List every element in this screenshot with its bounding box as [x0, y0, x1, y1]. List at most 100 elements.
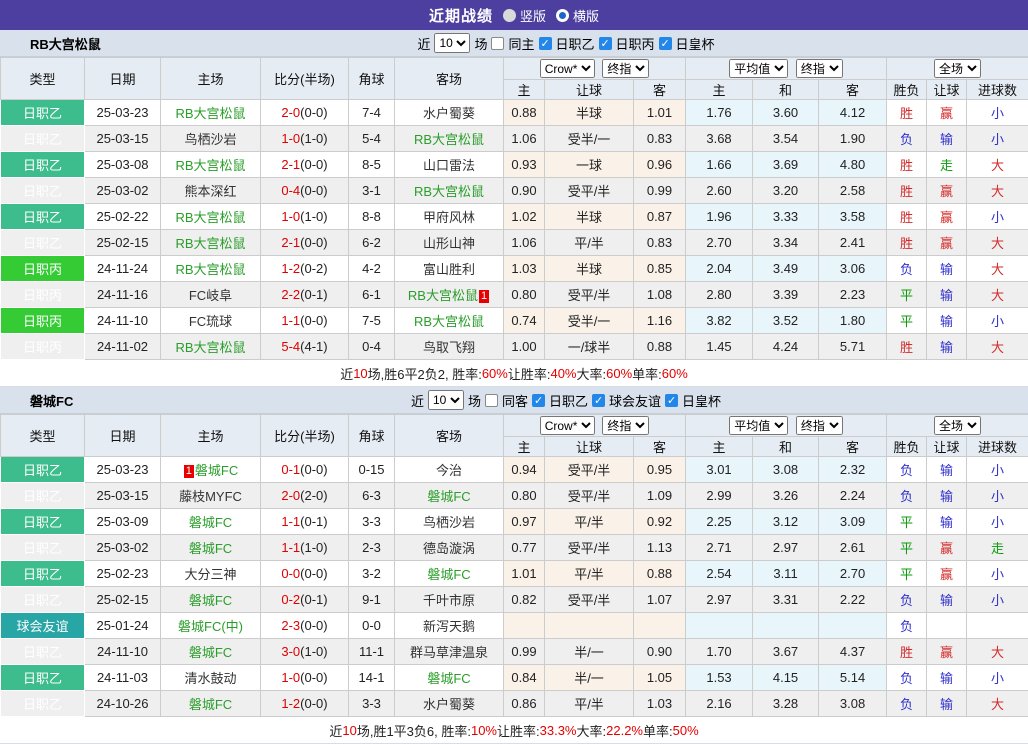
match-row: 日职乙25-02-15磐城FC0-2(0-1)9-1千叶市原0.82受平/半1.… [1, 587, 1028, 613]
summary-text: 单率: [643, 721, 673, 740]
corner-score: 5-4 [349, 126, 395, 152]
league-type-badge: 日职乙 [1, 230, 85, 256]
layout-radio-vertical[interactable]: 竖版 [503, 6, 546, 25]
team-name: RB大宫松鼠 [30, 34, 101, 53]
avg-time-select[interactable]: 终指 [796, 59, 843, 78]
odds-handicap: 受平/半 [545, 587, 634, 613]
match-date: 25-02-15 [85, 587, 161, 613]
match-date: 24-11-02 [85, 334, 161, 360]
result-outcome: 平 [887, 561, 927, 587]
result-handicap: 赢 [927, 230, 967, 256]
same-venue-checkbox[interactable] [485, 394, 498, 407]
avg-away [819, 613, 887, 639]
league-checkbox-j2[interactable] [532, 394, 545, 407]
col-header-corner: 角球 [349, 58, 395, 100]
near-label: 近 [417, 34, 430, 53]
league-checkbox-cup[interactable] [659, 37, 672, 50]
league-type-badge: 日职乙 [1, 483, 85, 509]
league-checkbox-friendly[interactable] [592, 394, 605, 407]
league-type-badge: 日职乙 [1, 126, 85, 152]
avg-source-select[interactable]: 平均值 [729, 416, 788, 435]
avg-home: 1.70 [686, 639, 753, 665]
result-goals: 小 [967, 483, 1028, 509]
result-scope-select[interactable]: 全场 [934, 59, 981, 78]
avg-draw: 3.34 [753, 230, 819, 256]
games-label: 场 [468, 391, 481, 410]
result-handicap: 赢 [927, 100, 967, 126]
result-handicap: 赢 [927, 639, 967, 665]
odds-away: 1.16 [634, 308, 686, 334]
match-row: 日职丙24-11-16FC岐阜2-2(0-1)6-1RB大宫松鼠10.80受平/… [1, 282, 1028, 308]
match-date: 24-11-03 [85, 665, 161, 691]
match-date: 24-10-26 [85, 691, 161, 717]
odds-handicap: 平/半 [545, 509, 634, 535]
home-team: 磐城FC [161, 639, 261, 665]
match-row: 日职乙25-03-15鸟栖沙岩1-0(1-0)5-4RB大宫松鼠1.06受半/一… [1, 126, 1028, 152]
avg-home: 2.04 [686, 256, 753, 282]
avg-away: 5.14 [819, 665, 887, 691]
avg-draw: 3.08 [753, 457, 819, 483]
avg-home: 2.60 [686, 178, 753, 204]
avg-away: 3.06 [819, 256, 887, 282]
result-outcome: 负 [887, 587, 927, 613]
avg-home: 1.45 [686, 334, 753, 360]
same-venue-label: 同主 [508, 34, 534, 53]
avg-time-select[interactable]: 终指 [796, 416, 843, 435]
avg-away: 2.22 [819, 587, 887, 613]
home-team: RB大宫松鼠 [161, 204, 261, 230]
odds-away: 1.01 [634, 100, 686, 126]
result-outcome: 负 [887, 665, 927, 691]
result-goals: 大 [967, 178, 1028, 204]
subcol-handicap: 让球 [545, 80, 634, 100]
match-date: 25-03-02 [85, 535, 161, 561]
odds-time-select[interactable]: 终指 [602, 59, 649, 78]
recent-count-select[interactable]: 10 [428, 390, 464, 410]
odds-home: 0.94 [504, 457, 545, 483]
corner-score: 14-1 [349, 665, 395, 691]
score: 1-2(0-2) [261, 256, 349, 282]
recent-count-select[interactable]: 10 [434, 33, 470, 53]
col-header-score: 比分(半场) [261, 58, 349, 100]
avg-source-select[interactable]: 平均值 [729, 59, 788, 78]
radio-icon[interactable] [556, 9, 569, 22]
away-team: 山口雷法 [395, 152, 504, 178]
odds-home: 0.99 [504, 639, 545, 665]
odds-source-select[interactable]: Crow* [540, 59, 595, 78]
summary-line-1: 近10场,胜6平2负2, 胜率:60% 让胜率:40% 大率:60% 单率:60… [0, 360, 1028, 387]
result-handicap: 输 [927, 126, 967, 152]
col-header-date: 日期 [85, 415, 161, 457]
layout-radio-horizontal[interactable]: 横版 [556, 6, 599, 25]
result-outcome: 平 [887, 509, 927, 535]
away-team: 群马草津温泉 [395, 639, 504, 665]
radio-icon[interactable] [503, 9, 516, 22]
avg-home: 1.96 [686, 204, 753, 230]
league-checkbox-j3[interactable] [599, 37, 612, 50]
summary-line-2: 近10场,胜1平3负6, 胜率:10% 让胜率:33.3% 大率:22.2% 单… [0, 717, 1028, 744]
match-date: 24-11-10 [85, 639, 161, 665]
match-row: 日职丙24-11-24RB大宫松鼠1-2(0-2)4-2富山胜利1.03半球0.… [1, 256, 1028, 282]
result-scope-select[interactable]: 全场 [934, 416, 981, 435]
result-handicap [927, 613, 967, 639]
live-rank-badge: 1 [184, 465, 194, 478]
result-goals [967, 613, 1028, 639]
avg-away: 1.80 [819, 308, 887, 334]
summary-text: 60% [606, 366, 632, 381]
odds-handicap: 受平/半 [545, 282, 634, 308]
match-row: 日职乙25-03-231磐城FC0-1(0-0)0-15今治0.94受平/半0.… [1, 457, 1028, 483]
odds-handicap: 平/半 [545, 561, 634, 587]
match-row: 日职乙25-03-23RB大宫松鼠2-0(0-0)7-4水户蜀葵0.88半球1.… [1, 100, 1028, 126]
odds-home: 0.93 [504, 152, 545, 178]
odds-time-select[interactable]: 终指 [602, 416, 649, 435]
league-type-badge: 日职乙 [1, 204, 85, 230]
result-group-header: 全场 [887, 58, 1028, 80]
subcol-outcome: 胜负 [887, 437, 927, 457]
avg-draw: 3.54 [753, 126, 819, 152]
odds-home: 1.06 [504, 126, 545, 152]
league-checkbox-j2[interactable] [539, 37, 552, 50]
corner-score: 11-1 [349, 639, 395, 665]
odds-handicap: 半球 [545, 256, 634, 282]
same-venue-checkbox[interactable] [491, 37, 504, 50]
team-name: 磐城FC [30, 391, 73, 410]
league-checkbox-cup[interactable] [665, 394, 678, 407]
odds-source-select[interactable]: Crow* [540, 416, 595, 435]
